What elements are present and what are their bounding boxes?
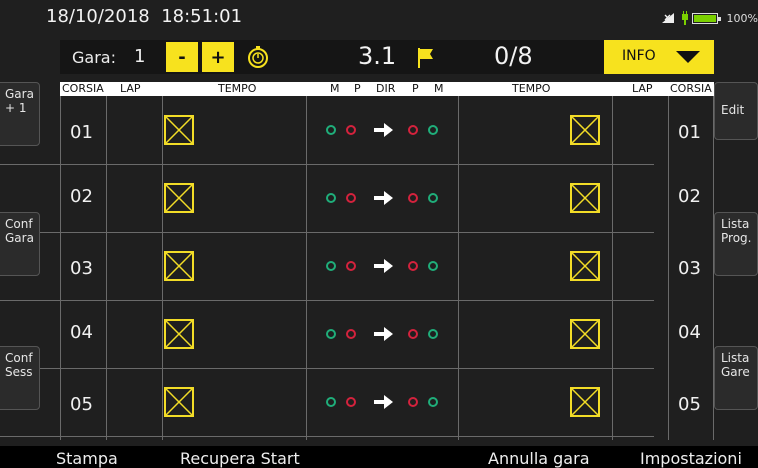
arrow-right-icon [374, 395, 393, 409]
red-indicator-dot [346, 397, 356, 407]
empty-time-box [570, 115, 600, 145]
col-tempo-right: TEMPO [512, 82, 551, 95]
lane-number-right: 01 [678, 122, 701, 143]
green-indicator-dot [428, 397, 438, 407]
lista-prog-label: Lista Prog. [721, 217, 752, 245]
red-indicator-dot [408, 397, 418, 407]
arrow-right-icon [374, 327, 393, 341]
red-indicator-dot [408, 193, 418, 203]
conf-sess-label: Conf Sess [5, 351, 33, 379]
red-indicator-dot [408, 329, 418, 339]
lane-number-right: 05 [678, 394, 701, 415]
conf-gara-button[interactable]: Conf Gara [0, 212, 40, 276]
empty-time-box [570, 183, 600, 213]
green-indicator-dot [428, 125, 438, 135]
lane-number-left: 05 [70, 394, 93, 415]
gara-number: 1 [134, 46, 146, 67]
lane-number-right: 03 [678, 258, 701, 279]
plus-button[interactable]: + [202, 42, 234, 72]
conf-gara-label: Conf Gara [5, 217, 34, 245]
green-indicator-dot [326, 193, 336, 203]
red-indicator-dot [346, 125, 356, 135]
minus-button[interactable]: - [166, 42, 198, 72]
empty-time-box [570, 387, 600, 417]
col-lap-right: LAP [632, 82, 653, 95]
stampa-button[interactable]: Stampa [56, 449, 118, 468]
empty-time-box [164, 319, 194, 349]
empty-time-box [570, 251, 600, 281]
green-indicator-dot [326, 397, 336, 407]
edit-button[interactable]: Edit [714, 82, 758, 140]
green-indicator-dot [326, 329, 336, 339]
flag-icon [418, 48, 433, 68]
lane-number-right: 02 [678, 186, 701, 207]
col-lap-left: LAP [120, 82, 141, 95]
red-indicator-dot [346, 193, 356, 203]
green-indicator-dot [326, 261, 336, 271]
gara-label: Gara: [72, 48, 116, 67]
red-indicator-dot [346, 261, 356, 271]
green-indicator-dot [326, 125, 336, 135]
recupera-start-button[interactable]: Recupera Start [180, 449, 300, 468]
lane-number-left: 02 [70, 186, 93, 207]
lista-gare-label: Lista Gare [721, 351, 750, 379]
col-corsia-right: CORSIA [670, 82, 712, 95]
status-bar: 18/10/2018 18:51:01 100% [0, 0, 758, 34]
edit-label: Edit [721, 103, 745, 117]
empty-time-box [164, 115, 194, 145]
system-tray: 100% [660, 10, 758, 26]
empty-time-box [164, 251, 194, 281]
grid-line [668, 96, 669, 440]
col-p-right: P [412, 82, 419, 95]
table-header: CORSIA LAP TEMPO M P DIR P M TEMPO LAP C… [60, 82, 714, 96]
lista-prog-button[interactable]: Lista Prog. [714, 212, 758, 276]
annulla-gara-button[interactable]: Annulla gara [488, 449, 590, 468]
lap-counter: 0/8 [494, 42, 533, 70]
lane-number-right: 04 [678, 322, 701, 343]
battery-percent: 100% [726, 11, 758, 25]
gara-plus-one-label: Gara + 1 [5, 87, 34, 115]
stopwatch-icon [248, 46, 268, 68]
battery-icon [691, 12, 721, 24]
arrow-right-icon [374, 123, 393, 137]
conf-sess-button[interactable]: Conf Sess [0, 346, 40, 410]
col-dir: DIR [376, 82, 396, 95]
green-indicator-dot [428, 329, 438, 339]
col-m-left: M [330, 82, 340, 95]
arrow-right-icon [374, 191, 393, 205]
gara-plus-one-button[interactable]: Gara + 1 [0, 82, 40, 146]
impostazioni-button[interactable]: Impostazioni [640, 449, 742, 468]
lane-number-left: 04 [70, 322, 93, 343]
lane-number-left: 03 [70, 258, 93, 279]
empty-time-box [164, 387, 194, 417]
green-indicator-dot [428, 261, 438, 271]
red-indicator-dot [346, 329, 356, 339]
bottom-bar: Stampa Recupera Start Annulla gara Impos… [0, 446, 758, 468]
col-corsia-left: CORSIA [62, 82, 104, 95]
empty-time-box [164, 183, 194, 213]
chevron-down-icon [676, 51, 700, 63]
green-indicator-dot [428, 193, 438, 203]
red-indicator-dot [408, 125, 418, 135]
info-label: INFO [622, 48, 656, 64]
race-time: 3.1 [358, 42, 397, 70]
lane-number-left: 01 [70, 122, 93, 143]
info-dropdown[interactable]: INFO [604, 40, 714, 74]
lista-gare-button[interactable]: Lista Gare [714, 346, 758, 410]
col-p-left: P [354, 82, 361, 95]
red-indicator-dot [408, 261, 418, 271]
arrow-right-icon [374, 259, 393, 273]
date-time: 18/10/2018 18:51:01 [46, 6, 243, 27]
col-tempo-left: TEMPO [218, 82, 257, 95]
signal-icon [661, 13, 674, 23]
plug-icon [681, 11, 688, 25]
col-m-right: M [434, 82, 444, 95]
empty-time-box [570, 319, 600, 349]
